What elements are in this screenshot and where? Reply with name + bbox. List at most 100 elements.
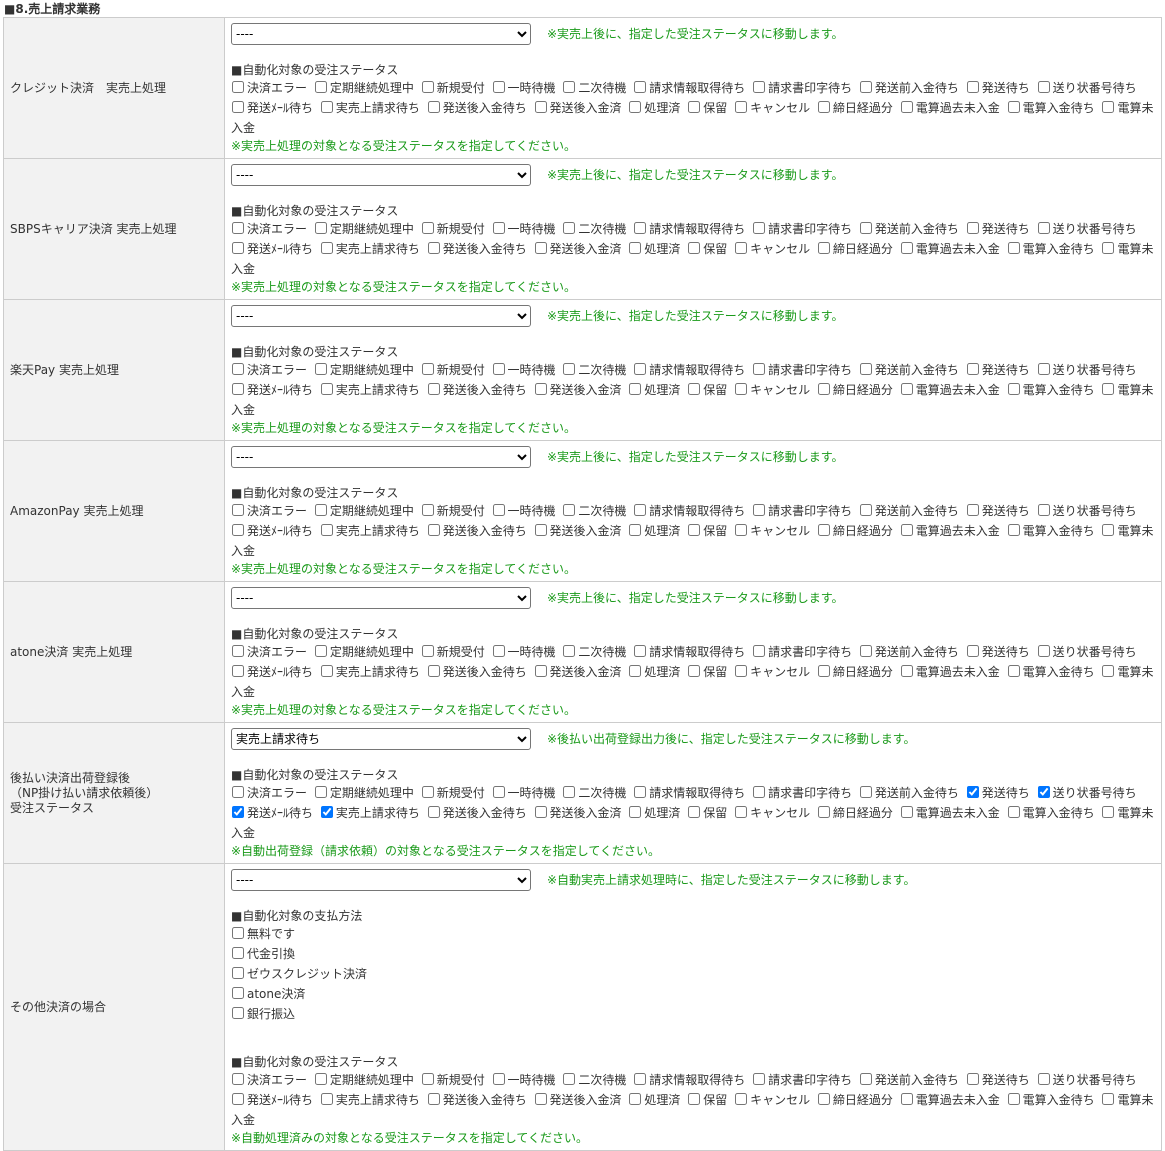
status-checkbox[interactable] xyxy=(314,222,327,234)
status-option[interactable]: 発送ﾒｰﾙ待ち xyxy=(231,665,313,679)
status-option[interactable]: 発送待ち xyxy=(966,363,1030,377)
status-option[interactable]: 締日経過分 xyxy=(817,665,893,679)
move-status-select[interactable]: ---- xyxy=(231,869,531,891)
status-option[interactable]: 処理済 xyxy=(628,101,680,115)
status-option[interactable]: 定期継続処理中 xyxy=(314,645,414,659)
status-option[interactable]: キャンセル xyxy=(734,242,810,256)
status-checkbox[interactable] xyxy=(534,383,547,395)
status-checkbox[interactable] xyxy=(634,645,647,657)
status-checkbox[interactable] xyxy=(859,222,872,234)
status-option[interactable]: 請求書印字待ち xyxy=(752,645,852,659)
status-checkbox[interactable] xyxy=(1102,242,1115,254)
status-checkbox[interactable] xyxy=(859,504,872,516)
status-checkbox[interactable] xyxy=(634,222,647,234)
status-checkbox[interactable] xyxy=(817,383,830,395)
status-checkbox[interactable] xyxy=(688,242,701,254)
status-option[interactable]: 送り状番号待ち xyxy=(1037,1073,1137,1087)
status-option[interactable]: 処理済 xyxy=(628,524,680,538)
status-checkbox[interactable] xyxy=(1007,383,1020,395)
payment-method-checkbox[interactable] xyxy=(232,947,244,959)
status-option[interactable]: 発送前入金待ち xyxy=(859,363,959,377)
status-option[interactable]: 決済エラー xyxy=(231,504,307,518)
status-option[interactable]: キャンセル xyxy=(734,524,810,538)
status-checkbox[interactable] xyxy=(634,363,647,375)
status-option[interactable]: キャンセル xyxy=(734,806,810,820)
status-option[interactable]: 保留 xyxy=(687,806,727,820)
status-checkbox[interactable] xyxy=(427,1093,440,1105)
status-checkbox[interactable] xyxy=(817,806,830,818)
status-checkbox[interactable] xyxy=(966,786,979,798)
status-option[interactable]: 発送前入金待ち xyxy=(859,504,959,518)
status-checkbox[interactable] xyxy=(232,524,244,536)
status-checkbox[interactable] xyxy=(900,101,913,113)
status-checkbox[interactable] xyxy=(563,504,576,516)
status-option[interactable]: 処理済 xyxy=(628,665,680,679)
status-option[interactable]: 送り状番号待ち xyxy=(1037,222,1137,236)
status-checkbox[interactable] xyxy=(629,242,642,254)
status-option[interactable]: 二次待機 xyxy=(562,786,626,800)
status-checkbox[interactable] xyxy=(735,806,748,818)
status-option[interactable]: 電算過去未入金 xyxy=(900,242,1000,256)
move-status-select[interactable]: ---- xyxy=(231,446,531,468)
status-checkbox[interactable] xyxy=(427,665,440,677)
status-option[interactable]: 請求書印字待ち xyxy=(752,504,852,518)
status-option[interactable]: 新規受付 xyxy=(421,81,485,95)
status-option[interactable]: 締日経過分 xyxy=(817,1093,893,1107)
status-checkbox[interactable] xyxy=(753,222,766,234)
status-checkbox[interactable] xyxy=(688,665,701,677)
status-option[interactable]: 発送後入金済 xyxy=(534,101,622,115)
status-checkbox[interactable] xyxy=(1102,101,1115,113)
payment-method-checkbox[interactable] xyxy=(232,987,244,999)
status-checkbox[interactable] xyxy=(966,81,979,93)
status-checkbox[interactable] xyxy=(320,1093,333,1105)
status-option[interactable]: 発送後入金待ち xyxy=(427,383,527,397)
status-checkbox[interactable] xyxy=(753,645,766,657)
status-checkbox[interactable] xyxy=(492,786,505,798)
status-checkbox[interactable] xyxy=(421,786,434,798)
status-option[interactable]: 二次待機 xyxy=(562,1073,626,1087)
status-option[interactable]: 締日経過分 xyxy=(817,242,893,256)
status-checkbox[interactable] xyxy=(232,665,244,677)
status-checkbox[interactable] xyxy=(1102,524,1115,536)
status-option[interactable]: 決済エラー xyxy=(231,81,307,95)
status-checkbox[interactable] xyxy=(421,504,434,516)
status-checkbox[interactable] xyxy=(534,1093,547,1105)
status-option[interactable]: 締日経過分 xyxy=(817,101,893,115)
status-option[interactable]: 請求情報取得待ち xyxy=(633,1073,745,1087)
status-checkbox[interactable] xyxy=(634,786,647,798)
status-checkbox[interactable] xyxy=(634,504,647,516)
move-status-select[interactable]: 実売上請求待ち xyxy=(231,728,531,750)
move-status-select[interactable]: ---- xyxy=(231,164,531,186)
payment-method-checkbox[interactable] xyxy=(232,967,244,979)
status-option[interactable]: 定期継続処理中 xyxy=(314,504,414,518)
status-checkbox[interactable] xyxy=(629,665,642,677)
status-option[interactable]: 発送後入金済 xyxy=(534,524,622,538)
status-option[interactable]: 発送待ち xyxy=(966,645,1030,659)
status-option[interactable]: 請求書印字待ち xyxy=(752,81,852,95)
status-checkbox[interactable] xyxy=(232,786,244,798)
status-option[interactable]: 請求情報取得待ち xyxy=(633,81,745,95)
payment-method-option[interactable]: ゼウスクレジット決済 xyxy=(231,964,1156,984)
status-option[interactable]: 送り状番号待ち xyxy=(1037,645,1137,659)
status-option[interactable]: 一時待機 xyxy=(492,786,556,800)
status-option[interactable]: 保留 xyxy=(687,1093,727,1107)
status-option[interactable]: 定期継続処理中 xyxy=(314,222,414,236)
status-checkbox[interactable] xyxy=(314,363,327,375)
payment-method-checkbox[interactable] xyxy=(232,1007,244,1019)
status-checkbox[interactable] xyxy=(900,1093,913,1105)
status-option[interactable]: 新規受付 xyxy=(421,504,485,518)
status-checkbox[interactable] xyxy=(634,1073,647,1085)
status-option[interactable]: 電算入金待ち xyxy=(1007,383,1095,397)
status-checkbox[interactable] xyxy=(629,383,642,395)
status-option[interactable]: 請求情報取得待ち xyxy=(633,222,745,236)
status-option[interactable]: 請求書印字待ち xyxy=(752,363,852,377)
status-checkbox[interactable] xyxy=(314,81,327,93)
move-status-select[interactable]: ---- xyxy=(231,587,531,609)
status-option[interactable]: 電算過去未入金 xyxy=(900,101,1000,115)
status-checkbox[interactable] xyxy=(900,806,913,818)
status-checkbox[interactable] xyxy=(314,1073,327,1085)
status-checkbox[interactable] xyxy=(563,786,576,798)
status-option[interactable]: 定期継続処理中 xyxy=(314,81,414,95)
status-option[interactable]: 発送ﾒｰﾙ待ち xyxy=(231,1093,313,1107)
status-option[interactable]: 二次待機 xyxy=(562,645,626,659)
